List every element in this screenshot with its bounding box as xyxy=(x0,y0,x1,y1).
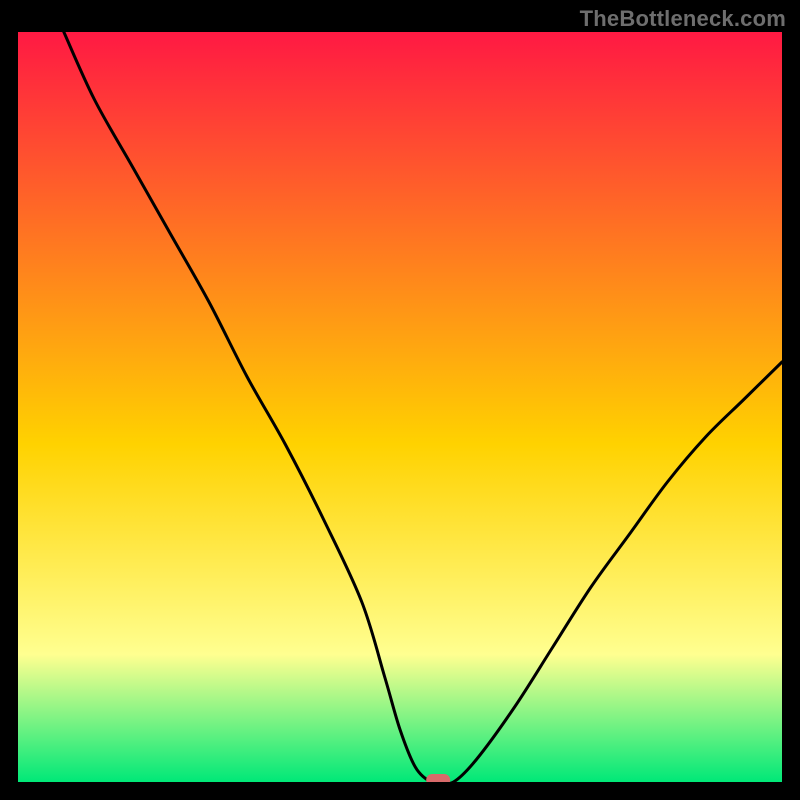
watermark-text: TheBottleneck.com xyxy=(580,6,786,32)
chart-frame: TheBottleneck.com xyxy=(0,0,800,800)
optimal-point-marker xyxy=(426,774,450,782)
gradient-background xyxy=(18,32,782,782)
chart-plot-area xyxy=(18,32,782,782)
chart-svg xyxy=(18,32,782,782)
